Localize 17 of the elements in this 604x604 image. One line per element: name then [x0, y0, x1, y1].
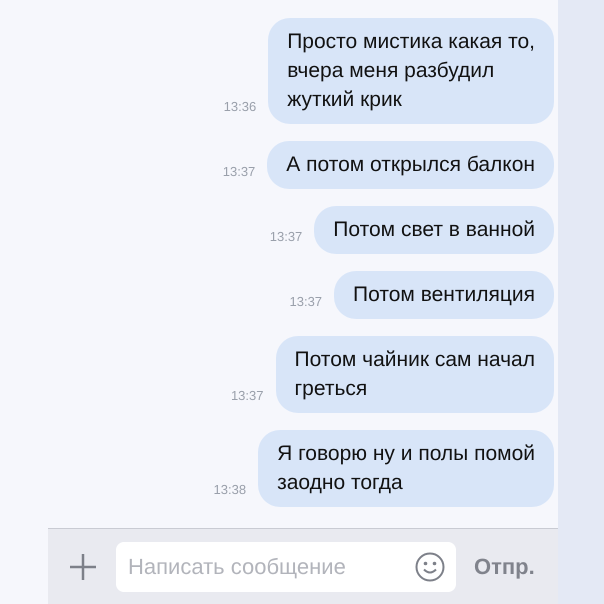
message-bubble: Потом вентиляция — [334, 271, 554, 319]
message-time: 13:37 — [222, 162, 256, 180]
message-field[interactable]: Написать сообщение — [116, 542, 456, 592]
send-button[interactable]: Отпр. — [474, 550, 535, 583]
message-time: 13:37 — [290, 292, 322, 310]
message-time: 13:36 — [224, 98, 256, 116]
plus-icon — [68, 552, 98, 582]
smiley-icon[interactable] — [414, 550, 446, 582]
message-bubble: Потом чайник сам начал греться — [276, 336, 554, 413]
attach-button[interactable] — [68, 552, 98, 582]
message-time: 13:37 — [230, 386, 264, 404]
message-bubble: Я говорю ну и полы помой заодно тогда — [258, 430, 554, 507]
message-bubble: Потом свет в ванной — [314, 206, 554, 254]
message-time: 13:38 — [214, 480, 246, 498]
message-bubble: Просто мистика какая то, вчера меня разбудил жуткий крик — [268, 18, 554, 124]
message-bubble: А потом открылся балкон — [267, 141, 554, 189]
message-time: 13:37 — [270, 228, 302, 246]
